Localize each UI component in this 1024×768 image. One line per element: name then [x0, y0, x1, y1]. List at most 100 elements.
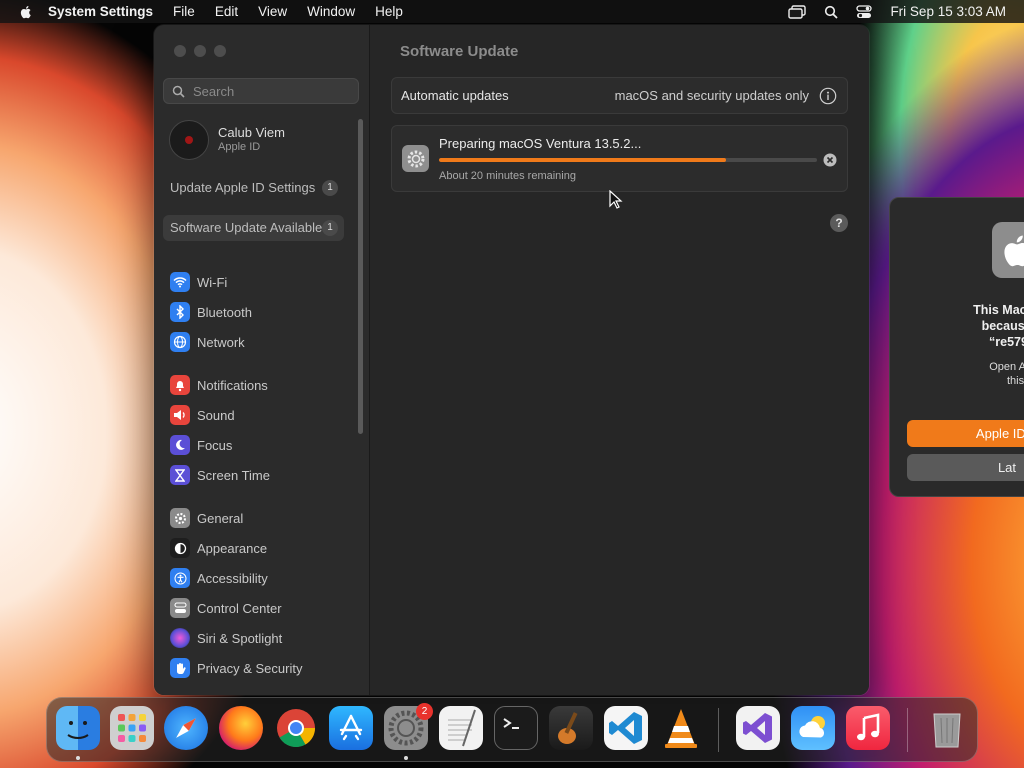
dialog-title-line: because of a p	[981, 319, 1024, 333]
menu-file[interactable]: File	[173, 4, 195, 19]
wifi-icon	[170, 272, 190, 292]
search-icon	[172, 85, 185, 98]
avatar	[169, 120, 209, 160]
system-settings-window: Calub Viem Apple ID Update Apple ID Sett…	[154, 25, 869, 695]
dock: 2	[46, 697, 978, 762]
later-button[interactable]: Lat	[907, 454, 1024, 481]
accessibility-icon	[170, 568, 190, 588]
sidebar-item-accessibility[interactable]: Accessibility	[170, 568, 268, 588]
window-controls	[174, 45, 226, 57]
spotlight-search-icon[interactable]	[824, 5, 839, 19]
sidebar-search[interactable]	[163, 78, 359, 104]
sidebar-item-label: Wi-Fi	[197, 274, 228, 290]
notification-badge: 2	[416, 703, 433, 720]
menu-app-name[interactable]: System Settings	[48, 4, 153, 19]
update-progress-fill	[439, 158, 727, 162]
sidebar-item-network[interactable]: Network	[170, 332, 245, 352]
close-button[interactable]	[174, 45, 186, 57]
appearance-icon	[170, 538, 190, 558]
bluetooth-icon	[170, 302, 190, 322]
dock-safari-icon[interactable]	[164, 706, 208, 750]
menu-view[interactable]: View	[258, 4, 287, 19]
minimize-button[interactable]	[194, 45, 206, 57]
sidebar-item-siri-spotlight[interactable]: Siri & Spotlight	[170, 628, 282, 648]
sidebar-item-label: Bluetooth	[197, 304, 252, 320]
hand-icon	[170, 658, 190, 678]
menu-window[interactable]: Window	[307, 4, 355, 19]
dock-firefox-icon[interactable]	[219, 706, 263, 750]
apple-id-profile[interactable]: Calub Viem Apple ID	[169, 120, 285, 160]
software-update-gear-icon	[402, 145, 429, 172]
control-center-icon[interactable]	[856, 4, 873, 19]
sidebar-item-update-apple-id[interactable]: Update Apple ID Settings 1	[163, 175, 344, 201]
dock-launchpad-icon[interactable]	[110, 706, 154, 750]
gear-icon	[170, 508, 190, 528]
sidebar-item-label: Siri & Spotlight	[197, 630, 283, 646]
page-title: Software Update	[400, 43, 519, 60]
moon-icon	[170, 435, 190, 455]
sidebar-item-label: Network	[197, 334, 245, 350]
running-indicator	[404, 756, 408, 760]
dock-vlc-icon[interactable]	[659, 706, 703, 750]
sidebar-item-screen-time[interactable]: Screen Time	[170, 465, 270, 485]
dock-garageband-icon[interactable]	[549, 706, 593, 750]
search-input[interactable]	[191, 82, 355, 100]
menu-bar: System Settings File Edit View Window He…	[0, 0, 1024, 23]
profile-subtitle: Apple ID	[218, 141, 261, 153]
screen-mirroring-icon[interactable]	[788, 4, 807, 19]
dock-terminal-icon[interactable]	[494, 706, 538, 750]
dock-system-settings-icon[interactable]: 2	[384, 703, 433, 750]
siri-icon	[170, 628, 190, 648]
dock-vscode-icon[interactable]	[604, 706, 648, 750]
menu-help[interactable]: Help	[375, 4, 403, 19]
sidebar-item-appearance[interactable]: Appearance	[170, 538, 267, 558]
sidebar-item-notifications[interactable]: Notifications	[170, 375, 268, 395]
dock-app-store-icon[interactable]	[329, 706, 373, 750]
help-button[interactable]: ?	[830, 214, 848, 232]
sidebar-item-label: Screen Time	[197, 467, 270, 483]
main-pane: Software Update Automatic updates macOS …	[370, 25, 869, 695]
cancel-update-icon[interactable]	[823, 153, 837, 167]
sidebar-item-sound[interactable]: Sound	[170, 405, 235, 425]
sidebar-item-privacy-security[interactable]: Privacy & Security	[170, 658, 302, 678]
sidebar-item-label: Focus	[197, 437, 233, 453]
sidebar-item-label: Software Update Available	[170, 220, 323, 235]
dialog-title: This Mac can't co because of a p “re5790…	[890, 302, 1024, 350]
hourglass-icon	[170, 465, 190, 485]
sidebar-item-software-update-available[interactable]: Software Update Available 1	[163, 215, 344, 241]
sidebar-scrollbar[interactable]	[358, 119, 363, 434]
dock-textedit-icon[interactable]	[439, 706, 483, 750]
automatic-updates-value: macOS and security updates only	[614, 88, 809, 103]
dock-chrome-icon[interactable]	[274, 706, 318, 750]
apple-id-settings-button[interactable]: Apple ID S	[907, 420, 1024, 447]
sidebar-item-label: Appearance	[197, 540, 268, 556]
sidebar-item-label: Accessibility	[197, 570, 268, 586]
profile-name: Calub Viem	[218, 125, 285, 140]
update-time-remaining: About 20 minutes remaining	[439, 170, 576, 182]
running-indicator	[76, 756, 80, 760]
sidebar-item-wifi[interactable]: Wi-Fi	[170, 272, 227, 292]
dialog-title-line: This Mac can't co	[973, 303, 1024, 317]
dialog-title-line: “re579082@	[989, 335, 1024, 349]
sidebar-item-label: Notifications	[197, 377, 268, 393]
zoom-button[interactable]	[214, 45, 226, 57]
speaker-icon	[170, 405, 190, 425]
sidebar-item-focus[interactable]: Focus	[170, 435, 232, 455]
dock-trash-icon[interactable]	[925, 706, 969, 750]
sidebar-item-control-center[interactable]: Control Center	[170, 598, 282, 618]
dock-weather-icon[interactable]	[791, 706, 835, 750]
dock-visual-studio-icon[interactable]	[736, 706, 780, 750]
dock-music-icon[interactable]	[846, 706, 890, 750]
sidebar-item-bluetooth[interactable]: Bluetooth	[170, 302, 252, 322]
automatic-updates-row[interactable]: Automatic updates macOS and security upd…	[391, 77, 848, 114]
update-title: Preparing macOS Ventura 13.5.2...	[439, 136, 642, 151]
apple-menu-icon[interactable]	[18, 4, 34, 20]
dock-finder-icon[interactable]	[56, 706, 100, 750]
automatic-updates-label: Automatic updates	[401, 88, 509, 103]
menu-edit[interactable]: Edit	[215, 4, 238, 19]
dialog-body-line: this pro	[1006, 375, 1024, 387]
sidebar-item-general[interactable]: General	[170, 508, 243, 528]
control-center-icon	[170, 598, 190, 618]
menu-clock[interactable]: Fri Sep 15 3:03 AM	[890, 4, 1006, 19]
info-icon[interactable]	[819, 87, 837, 105]
